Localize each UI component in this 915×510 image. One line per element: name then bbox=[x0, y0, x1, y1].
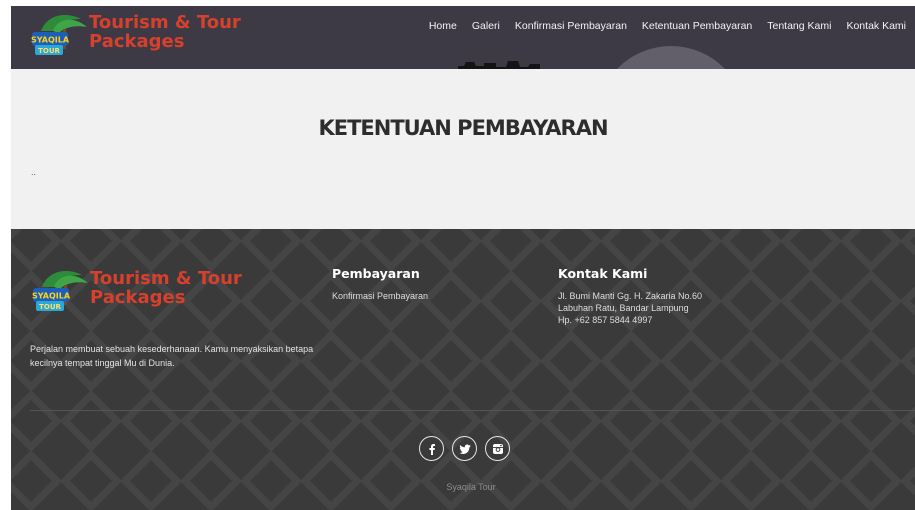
logo-badge-icon: SYAQILA TOUR bbox=[31, 15, 87, 55]
main-nav: Home Galeri Konfirmasi Pembayaran Ketent… bbox=[429, 20, 906, 32]
brand-line-2: Packages bbox=[89, 31, 185, 52]
footer-kontak-column: Kontak Kami Jl. Bumi Manti Gg. H. Zakari… bbox=[558, 266, 702, 326]
instagram-icon bbox=[492, 443, 503, 454]
site-logo[interactable]: SYAQILA TOUR Tourism & Tour Packages bbox=[29, 13, 241, 57]
facebook-button[interactable] bbox=[419, 436, 444, 461]
brand-line-1: Tourism & Tour bbox=[89, 12, 241, 33]
footer-konfirmasi-link[interactable]: Konfirmasi Pembayaran bbox=[332, 290, 428, 302]
page-body-text: .. bbox=[31, 167, 37, 177]
footer-brand-line-2: Packages bbox=[90, 287, 186, 308]
social-links bbox=[419, 436, 510, 461]
footer-phone: Hp. +62 857 5844 4997 bbox=[558, 315, 653, 325]
skyline-silhouette bbox=[458, 61, 540, 69]
nav-galeri[interactable]: Galeri bbox=[472, 20, 500, 32]
footer-logo[interactable]: SYAQILA TOUR Tourism & Tour Packages bbox=[30, 269, 242, 313]
nav-tentang-kami[interactable]: Tentang Kami bbox=[767, 20, 831, 32]
footer-brand-line-1: Tourism & Tour bbox=[90, 268, 242, 289]
twitter-button[interactable] bbox=[452, 436, 477, 461]
footer-kontak-title: Kontak Kami bbox=[558, 266, 648, 281]
footer-address-line-2: Labuhan Ratu, Bandar Lampung bbox=[558, 303, 689, 313]
site-header: SYAQILA TOUR Tourism & Tour Packages Hom… bbox=[11, 6, 915, 69]
facebook-icon bbox=[428, 443, 435, 455]
svg-text:TOUR: TOUR bbox=[38, 47, 60, 55]
footer-brand-name: Tourism & Tour Packages bbox=[90, 269, 242, 307]
footer-address-line-1: Jl. Bumi Manti Gg. H. Zakaria No.60 bbox=[558, 291, 703, 301]
nav-ketentuan-pembayaran[interactable]: Ketentuan Pembayaran bbox=[642, 20, 752, 32]
svg-text:SYAQILA: SYAQILA bbox=[31, 36, 70, 45]
main-content: KETENTUAN PEMBAYARAN .. bbox=[11, 69, 915, 229]
svg-text:TOUR: TOUR bbox=[39, 303, 61, 311]
footer-pembayaran-title: Pembayaran bbox=[332, 266, 420, 281]
copyright-text: Syaqila Tour bbox=[446, 482, 496, 492]
site-footer: SYAQILA TOUR Tourism & Tour Packages Per… bbox=[11, 229, 915, 510]
footer-divider bbox=[30, 410, 915, 411]
instagram-button[interactable] bbox=[485, 436, 510, 461]
footer-description: Perjalan membuat sebuah kesederhanaan. K… bbox=[30, 344, 314, 368]
brand-name: Tourism & Tour Packages bbox=[89, 13, 241, 51]
moon-background bbox=[596, 46, 746, 69]
nav-home[interactable]: Home bbox=[429, 20, 457, 32]
nav-konfirmasi-pembayaran[interactable]: Konfirmasi Pembayaran bbox=[515, 20, 627, 32]
nav-kontak-kami[interactable]: Kontak Kami bbox=[846, 20, 906, 32]
page-title: KETENTUAN PEMBAYARAN bbox=[318, 116, 608, 140]
footer-pembayaran-column: Pembayaran Konfirmasi Pembayaran bbox=[332, 266, 428, 302]
twitter-icon bbox=[459, 444, 470, 454]
page: SYAQILA TOUR Tourism & Tour Packages Hom… bbox=[0, 0, 915, 510]
svg-text:SYAQILA: SYAQILA bbox=[32, 292, 71, 301]
logo-badge-icon: SYAQILA TOUR bbox=[32, 271, 88, 311]
